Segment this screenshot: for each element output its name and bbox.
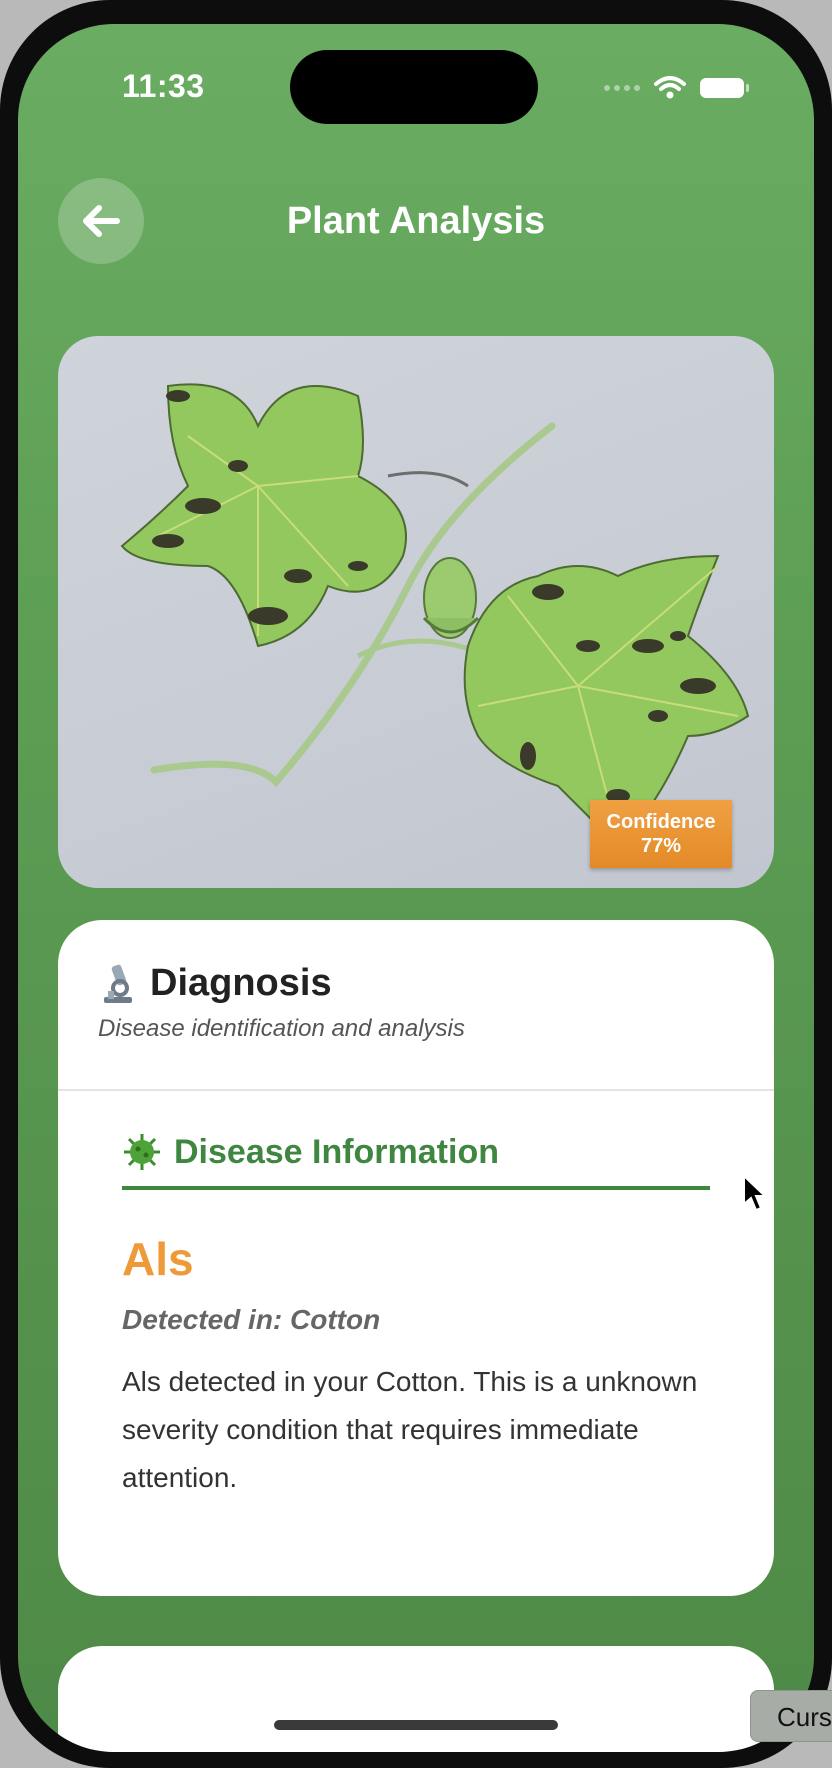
page-title: Plant Analysis bbox=[286, 200, 546, 242]
disease-info-section: Disease Information Als Detected in: Cot… bbox=[122, 1132, 710, 1502]
app-screen: 11:33 Plant Analysis Confidence 77% Diag… bbox=[18, 24, 814, 1752]
status-icons bbox=[604, 76, 749, 100]
disease-name: Als bbox=[122, 1233, 194, 1285]
confidence-value: 77% bbox=[640, 835, 682, 857]
diagnosis-title: Diagnosis bbox=[150, 962, 332, 1004]
diagnosis-header: Diagnosis Disease identification and ana… bbox=[98, 962, 734, 1043]
section-title: Disease Information bbox=[174, 1132, 499, 1171]
battery-icon bbox=[700, 78, 749, 98]
microscope-icon bbox=[104, 964, 132, 1003]
tooltip: Curs bbox=[750, 1690, 832, 1742]
mouse-cursor-icon bbox=[743, 1174, 768, 1212]
cellular-icon bbox=[604, 85, 640, 91]
wifi-icon bbox=[654, 76, 686, 99]
card-divider bbox=[58, 1089, 774, 1091]
next-card bbox=[58, 1646, 774, 1752]
plant-photo: Confidence 77% bbox=[58, 336, 774, 888]
dynamic-island bbox=[290, 50, 538, 124]
virus-icon bbox=[124, 1134, 160, 1170]
detected-in: Detected in: Cotton bbox=[122, 1304, 381, 1335]
home-indicator[interactable] bbox=[274, 1720, 558, 1730]
diagnosis-subtitle: Disease identification and analysis bbox=[98, 1015, 465, 1042]
confidence-badge: Confidence 77% bbox=[590, 800, 732, 868]
status-time: 11:33 bbox=[122, 68, 205, 104]
confidence-label: Confidence bbox=[606, 811, 716, 833]
diagnosis-card: Diagnosis Disease identification and ana… bbox=[58, 920, 774, 1596]
disease-description: Als detected in your Cotton. This is a u… bbox=[122, 1366, 698, 1493]
